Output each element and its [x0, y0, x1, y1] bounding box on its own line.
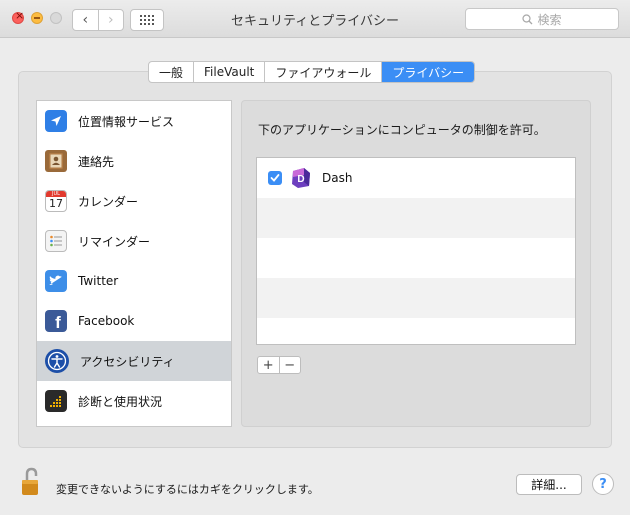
- add-remove-control: + −: [257, 356, 301, 374]
- location-arrow-icon: [45, 110, 67, 132]
- empty-row: [257, 318, 575, 344]
- diagnostics-icon: [45, 390, 67, 412]
- remove-button[interactable]: −: [278, 357, 301, 373]
- search-placeholder: 検索: [537, 12, 562, 27]
- advanced-button[interactable]: 詳細...: [516, 474, 582, 495]
- app-checkbox[interactable]: [268, 171, 282, 185]
- sidebar-item-label: 連絡先: [78, 154, 115, 169]
- svg-text:D: D: [297, 174, 304, 185]
- app-list: D Dash: [256, 157, 576, 345]
- checkmark-icon: [270, 174, 280, 182]
- privacy-category-list: 位置情報サービス 連絡先 JUL 17 カレンダー リマインダー Twitter…: [36, 100, 232, 427]
- app-name: Dash: [322, 171, 353, 185]
- tab-general[interactable]: 一般: [149, 62, 193, 82]
- sidebar-item-accessibility[interactable]: アクセシビリティ: [37, 341, 231, 381]
- list-item-dash[interactable]: D Dash: [257, 158, 575, 198]
- title-bar: ‹ › セキュリティとプライバシー 検索: [0, 0, 630, 38]
- empty-row: [257, 198, 575, 238]
- sidebar-item-diagnostics[interactable]: 診断と使用状況: [37, 381, 231, 421]
- sidebar-item-contacts[interactable]: 連絡先: [37, 141, 231, 181]
- sidebar-item-label: Facebook: [78, 314, 135, 328]
- search-icon: [522, 13, 533, 24]
- sidebar-item-location-services[interactable]: 位置情報サービス: [37, 101, 231, 141]
- sidebar-item-label: 位置情報サービス: [78, 114, 175, 129]
- facebook-f-icon: f: [45, 310, 67, 332]
- sidebar-item-label: 診断と使用状況: [78, 394, 163, 409]
- sidebar-item-label: カレンダー: [78, 194, 139, 209]
- calendar-day: 17: [49, 197, 63, 210]
- detail-title: 下のアプリケーションにコンピュータの制御を許可。: [258, 123, 546, 137]
- sidebar-item-reminders[interactable]: リマインダー: [37, 221, 231, 261]
- lock-instruction-text: 変更できないようにするにはカギをクリックします。: [56, 483, 319, 496]
- sidebar-item-calendar[interactable]: JUL 17 カレンダー: [37, 181, 231, 221]
- help-button[interactable]: ?: [592, 473, 614, 495]
- reminders-icon: [45, 230, 67, 252]
- tab-filevault[interactable]: FileVault: [193, 62, 264, 82]
- empty-row: [257, 278, 575, 318]
- tab-privacy[interactable]: プライバシー: [381, 62, 475, 82]
- accessibility-icon: [45, 349, 69, 373]
- lock-open-icon[interactable]: [20, 466, 42, 498]
- sidebar-item-label: Twitter: [78, 274, 119, 288]
- sidebar-item-facebook[interactable]: f Facebook: [37, 301, 231, 341]
- tab-bar: 一般 FileVault ファイアウォール プライバシー: [148, 61, 476, 83]
- dash-app-icon: D: [292, 168, 310, 188]
- contacts-book-icon: [45, 150, 67, 172]
- calendar-icon: JUL 17: [45, 190, 67, 212]
- twitter-bird-icon: [45, 270, 67, 292]
- empty-row: [257, 238, 575, 278]
- search-field[interactable]: 検索: [465, 8, 619, 30]
- sidebar-item-label: アクセシビリティ: [80, 354, 175, 369]
- add-button[interactable]: +: [258, 357, 279, 373]
- sidebar-item-twitter[interactable]: Twitter: [37, 261, 231, 301]
- tab-firewall[interactable]: ファイアウォール: [264, 62, 381, 82]
- sidebar-item-label: リマインダー: [78, 234, 151, 249]
